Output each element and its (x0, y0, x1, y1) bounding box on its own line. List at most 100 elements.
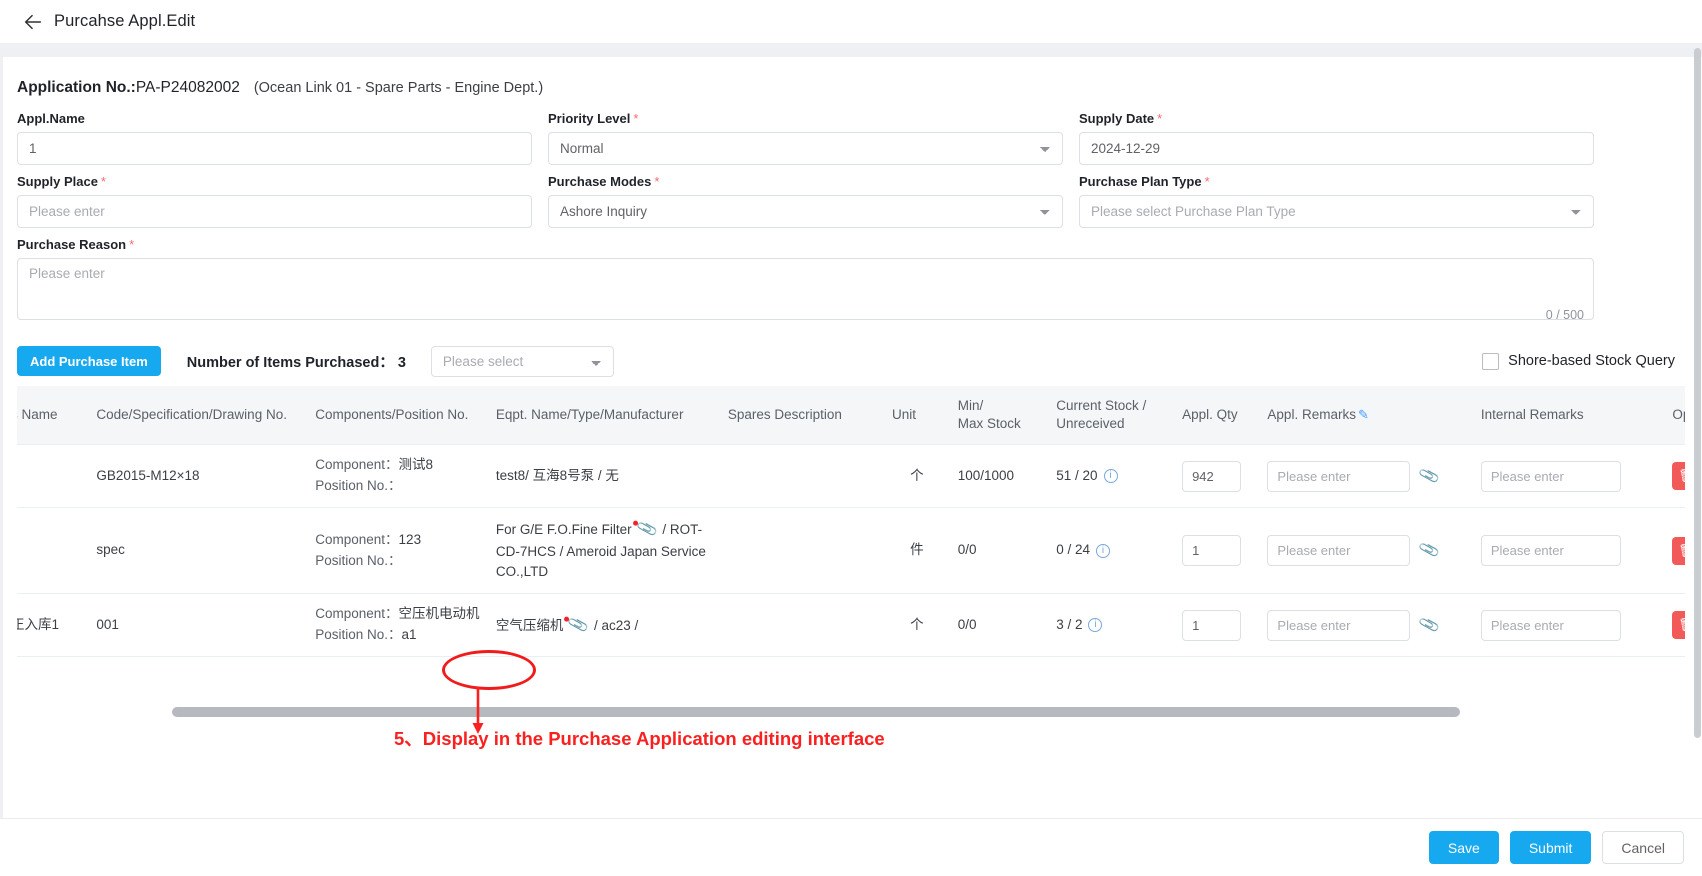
appl-name-label: Appl.Name (17, 111, 85, 126)
col-unit: Unit (884, 386, 950, 446)
cell-operation: 🗑 (1664, 593, 1685, 658)
supply-date-input[interactable] (1079, 132, 1594, 165)
appl-remarks-input[interactable] (1267, 609, 1411, 641)
save-button[interactable]: Save (1428, 831, 1499, 864)
appl-remarks-input[interactable] (1267, 460, 1411, 492)
component-value: 空压机电动机 (398, 606, 480, 622)
annotation-caption: 5、Display in the Purchase Application ed… (394, 728, 885, 749)
info-circle-icon[interactable]: i (1095, 543, 1110, 558)
paperclip-icon[interactable]: 📎 (1417, 462, 1443, 490)
priority-level-select[interactable]: Normal (548, 132, 1063, 165)
paperclip-icon[interactable]: 📎 (566, 611, 592, 639)
shore-based-stock-query-label: Shore-based Stock Query (1508, 353, 1675, 369)
col-internal-remarks: Internal Remarks (1472, 386, 1665, 446)
cell-spares-description (719, 593, 885, 658)
priority-level-label: Priority Level * (548, 111, 639, 126)
item-filter-select[interactable]: Please select (430, 345, 614, 377)
required-asterisk: * (633, 111, 639, 126)
paperclip-icon[interactable]: 📎 (634, 516, 660, 544)
delete-row-button[interactable]: 🗑 (1672, 462, 1685, 491)
delete-row-button[interactable]: 🗑 (1672, 536, 1685, 565)
cell-min-max: 0/0 (949, 507, 1049, 595)
application-no-label: Application No.: (17, 79, 136, 96)
stock-value: 3 / 2 (1056, 616, 1083, 632)
appl-qty-input[interactable] (1182, 460, 1242, 492)
cell-unit: 件 (884, 507, 950, 595)
cancel-button[interactable]: Cancel (1602, 831, 1684, 864)
cell-current-stock: 3 / 2 i (1048, 593, 1175, 658)
paperclip-icon[interactable]: 📎 (1417, 611, 1443, 639)
submit-button[interactable]: Submit (1509, 831, 1592, 864)
purchase-application-edit-page: Purcahse Appl.Edit Application No.: PA-P… (0, 0, 1702, 876)
edit-pencil-icon[interactable]: ✎ (1358, 407, 1369, 422)
eqpt-text: test8/ 互海8号泵 / 无 (495, 467, 619, 483)
required-asterisk: * (1204, 174, 1210, 189)
purchase-items-table: s Name Code/Specification/Drawing No. Co… (17, 386, 1685, 658)
checkbox-box-icon[interactable] (1482, 352, 1500, 370)
cell-component-position: Component：测试8 Position No.： (307, 444, 488, 509)
cell-unit: 个 (884, 593, 950, 658)
field-appl-name: Appl.Name (17, 111, 532, 165)
cell-component-position: Component：123 Position No.： (307, 507, 488, 595)
cell-min-max: 0/0 (949, 593, 1049, 658)
appl-qty-input[interactable] (1182, 535, 1242, 567)
col-spares-name: s Name (17, 386, 89, 446)
purchase-plan-type-label: Purchase Plan Type * (1079, 174, 1210, 189)
cell-spares-name: 正入库1 (17, 593, 89, 658)
delete-row-button[interactable]: 🗑 (1672, 611, 1685, 640)
purchase-modes-label: Purchase Modes * (548, 174, 660, 189)
supply-place-input[interactable] (17, 195, 532, 228)
cell-current-stock: 0 / 24 i (1048, 507, 1175, 595)
position-value: a1 (401, 627, 417, 643)
internal-remarks-input[interactable] (1480, 460, 1621, 492)
section-divider-strip (0, 44, 1702, 57)
field-purchase-modes: Purchase Modes * Ashore Inquiry (548, 174, 1063, 228)
cell-code: 001 (88, 593, 308, 658)
component-key: Component： (315, 606, 399, 622)
back-arrow-icon[interactable] (20, 9, 46, 35)
items-toolbar: Add Purchase Item Number of Items Purcha… (17, 344, 1685, 378)
internal-remarks-input[interactable] (1480, 609, 1621, 641)
table-row: spec Component：123 Position No.： For G/E… (17, 507, 1685, 595)
internal-remarks-input[interactable] (1480, 535, 1621, 567)
cell-appl-qty (1174, 593, 1260, 658)
page-vertical-scrollbar[interactable] (1693, 44, 1702, 814)
info-circle-icon[interactable]: i (1103, 469, 1118, 484)
required-asterisk: * (100, 174, 106, 189)
info-circle-icon[interactable]: i (1088, 618, 1103, 633)
character-counter: 0 / 500 (1545, 308, 1584, 322)
stock-value: 51 / 20 (1056, 467, 1098, 483)
appl-qty-input[interactable] (1182, 609, 1242, 641)
scrollbar-thumb[interactable] (1694, 48, 1701, 738)
component-key: Component： (315, 531, 399, 547)
appl-name-input[interactable] (17, 132, 532, 165)
required-asterisk: * (129, 237, 135, 252)
cell-appl-remarks: 📎 (1259, 444, 1473, 509)
col-code-spec-drawing: Code/Specification/Drawing No. (88, 386, 308, 446)
component-value: 123 (398, 531, 422, 547)
items-count-label: Number of Items Purchased： (186, 354, 394, 371)
cell-internal-remarks (1472, 444, 1665, 509)
col-stock-line1: Current Stock / (1056, 398, 1147, 413)
col-operation: Operatio (1664, 386, 1685, 446)
cell-spares-description (719, 507, 885, 595)
purchase-modes-select[interactable]: Ashore Inquiry (548, 195, 1063, 228)
col-spares-description: Spares Description (719, 386, 885, 446)
cell-appl-qty (1174, 507, 1260, 595)
purchase-reason-textarea[interactable] (17, 258, 1594, 320)
table-horizontal-scrollbar[interactable] (172, 707, 1460, 717)
field-purchase-reason: Purchase Reason* 0 / 500 (17, 237, 1594, 325)
field-priority-level: Priority Level * Normal (548, 111, 1063, 165)
shore-based-stock-query-checkbox[interactable]: Shore-based Stock Query (1482, 352, 1675, 370)
add-purchase-item-button[interactable]: Add Purchase Item (17, 346, 161, 376)
paperclip-icon[interactable]: 📎 (1417, 537, 1443, 565)
items-purchased-count: Number of Items Purchased： 3 (187, 351, 406, 372)
purchase-plan-type-select[interactable]: Please select Purchase Plan Type (1079, 195, 1594, 228)
col-appl-remarks: Appl. Remarks ✎ (1259, 386, 1473, 446)
cell-component-position: Component：空压机电动机 Position No.：a1 (307, 593, 488, 658)
table-row: ) GB2015-M12×18 Component：测试8 Position N… (17, 444, 1685, 509)
col-eqpt-name-type-manufacturer: Eqpt. Name/Type/Manufacturer (487, 386, 720, 446)
page-title: Purcahse Appl.Edit (54, 12, 196, 30)
col-components-position: Components/Position No. (307, 386, 488, 446)
appl-remarks-input[interactable] (1267, 535, 1411, 567)
